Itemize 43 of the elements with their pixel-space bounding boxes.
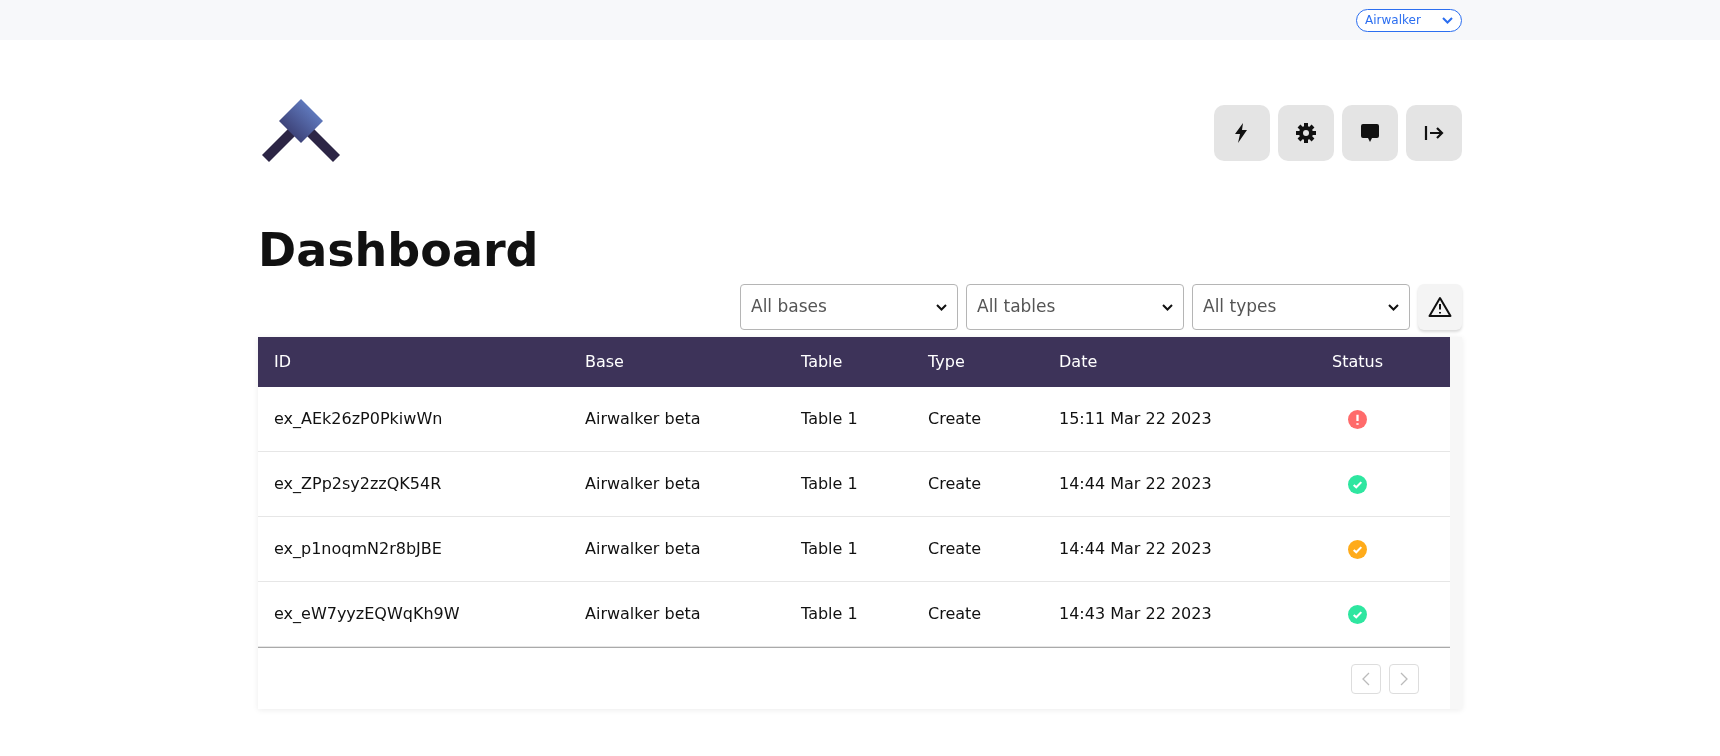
settings-icon <box>1294 121 1318 145</box>
table-cell-text: Create <box>928 408 983 431</box>
caret-icon <box>1442 16 1453 24</box>
table-cell-text: 14:43 Mar 22 2023 <box>1059 603 1213 626</box>
table-cell-text: ex_ZPp2sy2zzQK54R <box>273 473 443 496</box>
page-title: Dashboard <box>258 223 540 279</box>
table-cell-text: Table 1 <box>801 473 859 496</box>
column-header: Type <box>928 351 966 374</box>
table-cell-text: Create <box>928 603 983 626</box>
table-cell-text: ex_AEk26zP0PkiwWn <box>273 408 444 431</box>
account-name: Airwalker <box>1365 12 1421 29</box>
column-header: Table <box>801 351 844 374</box>
account-select[interactable]: Airwalker <box>1356 8 1462 32</box>
table-cell-text: Airwalker beta <box>585 603 702 626</box>
table-cell-text: Airwalker beta <box>585 473 702 496</box>
column-header: Base <box>585 351 625 374</box>
logout-button[interactable] <box>1406 105 1462 161</box>
warning-icon <box>1428 296 1452 319</box>
table-cell-text: Create <box>928 538 983 561</box>
caret-icon <box>1388 303 1399 311</box>
settings-button[interactable] <box>1278 105 1334 161</box>
table-cell-text: Table 1 <box>801 538 859 561</box>
table-cell-text: ex_p1noqmN2r8bJBE <box>273 538 443 561</box>
speech-bubble-button[interactable] <box>1342 105 1398 161</box>
filter-select[interactable]: All types <box>1192 284 1410 331</box>
table-cell-text: Create <box>928 473 983 496</box>
table-cell-text: ex_eW7yyzEQWqKh9W <box>273 603 461 626</box>
table-cell-text: 14:44 Mar 22 2023 <box>1059 538 1213 561</box>
caret-icon <box>1162 303 1173 311</box>
table-cell-text: 15:11 Mar 22 2023 <box>1059 408 1213 431</box>
filter-select[interactable]: All tables <box>966 284 1184 331</box>
table-cell-text: Table 1 <box>801 603 859 626</box>
table-cell-text: Table 1 <box>801 408 859 431</box>
caret-icon <box>936 303 947 311</box>
table-cell-text: Airwalker beta <box>585 408 702 431</box>
bolt-button[interactable] <box>1214 105 1270 161</box>
filter-select[interactable]: All bases <box>740 284 958 331</box>
warning-button[interactable] <box>1418 284 1462 331</box>
table-cell-text: 14:44 Mar 22 2023 <box>1059 473 1213 496</box>
column-header: Date <box>1059 351 1099 374</box>
table-cell-text: Airwalker beta <box>585 538 702 561</box>
column-header: ID <box>273 351 293 374</box>
column-header: Status <box>1331 351 1384 374</box>
